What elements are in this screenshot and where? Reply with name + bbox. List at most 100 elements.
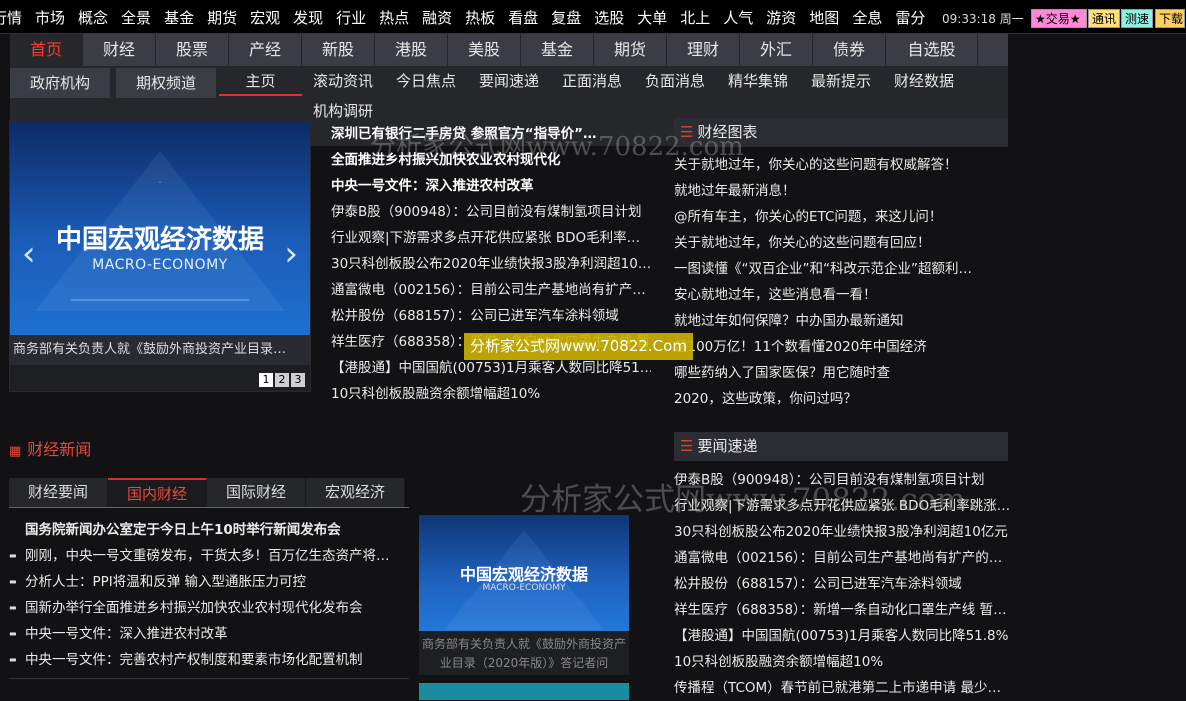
- pager-page-3[interactable]: 3: [291, 373, 305, 387]
- slideshow[interactable]: 中国宏观经济数据 MACRO-ECONOMY ‹ › 商务部有关负责人就《鼓励外…: [9, 120, 311, 392]
- tab-today-focus[interactable]: 今日焦点: [396, 66, 456, 96]
- top-nav-item[interactable]: 人气: [723, 7, 753, 28]
- pager-page-2[interactable]: 2: [275, 373, 289, 387]
- top-nav-item[interactable]: 发现: [293, 7, 323, 28]
- top-nav-item[interactable]: 大单: [637, 7, 667, 28]
- chart-news-item[interactable]: 一图读懂《“双百企业”和“科改示范企业”超额利…: [674, 256, 1010, 282]
- top-nav-item[interactable]: 基金: [164, 7, 194, 28]
- finance-news-item[interactable]: ▬ 中央一号文件：完善农村产权制度和要素市场化配置机制: [9, 647, 409, 673]
- prev-arrow-icon[interactable]: ‹: [22, 237, 36, 271]
- main-tab[interactable]: 外汇: [740, 34, 813, 66]
- main-tab[interactable]: 理财: [667, 34, 740, 66]
- chart-news-item[interactable]: 就地过年如何保障？中办国办最新通知: [674, 308, 1010, 334]
- chart-news-item[interactable]: @所有车主，你关心的ETC问题，来这儿问！: [674, 204, 1010, 230]
- top-nav-item[interactable]: 热点: [379, 7, 409, 28]
- headline-item[interactable]: 30只科创板股公布2020年业绩快报3股净利润超10…: [331, 251, 651, 277]
- main-tab[interactable]: 首页: [10, 34, 83, 66]
- main-tab[interactable]: 新股: [302, 34, 375, 66]
- tab-express-news[interactable]: 要闻速递: [479, 66, 539, 96]
- slideshow-image[interactable]: 中国宏观经济数据 MACRO-ECONOMY ‹ ›: [10, 121, 310, 335]
- top-nav-item[interactable]: 市场: [35, 7, 65, 28]
- top-nav-item[interactable]: 宏观: [250, 7, 280, 28]
- top-nav-item[interactable]: 热板: [465, 7, 495, 28]
- top-badge[interactable]: 下载: [1155, 9, 1185, 28]
- top-nav-item[interactable]: 融资: [422, 7, 452, 28]
- chart-news-item[interactable]: 关于就地过年，你关心的这些问题有权威解答！: [674, 152, 1010, 178]
- express-news-item[interactable]: 【港股通】中国国航(00753)1月乘客人数同比降51.8%: [674, 623, 1010, 649]
- tab-latest-tips[interactable]: 最新提示: [811, 66, 871, 96]
- main-tab[interactable]: 基金: [521, 34, 594, 66]
- headline-item[interactable]: 松井股份（688157）：公司已进军汽车涂料领域: [331, 303, 651, 329]
- finance-tab[interactable]: 宏观经济: [306, 478, 405, 507]
- news-image-caption[interactable]: 商务部有关负责人就《鼓励外商投资产业目录（2020年版）》答记者问: [419, 635, 629, 673]
- chart-news-item[interactable]: 就地过年最新消息！: [674, 178, 1010, 204]
- headline-item[interactable]: 行业观察|下游需求多点开花供应紧张 BDO毛利率…: [331, 225, 651, 251]
- express-news-item[interactable]: 行业观察|下游需求多点开花供应紧张 BDO毛利率跳涨…: [674, 493, 1010, 519]
- top-nav-item[interactable]: 复盘: [551, 7, 581, 28]
- finance-news-item[interactable]: ▬ 刚刚，中央一号文重磅发布，干货太多！百万亿生态资产将…: [9, 543, 409, 569]
- main-tab[interactable]: 产经: [229, 34, 302, 66]
- main-tab[interactable]: 自选股: [886, 34, 978, 66]
- top-badge[interactable]: 测速: [1121, 9, 1153, 28]
- top-nav-item[interactable]: 概念: [78, 7, 108, 28]
- express-news-item[interactable]: 10只科创板股融资余额增幅超10%: [674, 649, 1010, 675]
- top-nav-item[interactable]: 行业: [336, 7, 366, 28]
- headline-item[interactable]: 伊泰B股（900948）：公司目前没有煤制氢项目计划: [331, 199, 651, 225]
- headline-item[interactable]: 全面推进乡村振兴加快农业农村现代化: [331, 147, 651, 173]
- top-nav-item[interactable]: 游资: [766, 7, 796, 28]
- main-tab[interactable]: 美股: [448, 34, 521, 66]
- finance-tab[interactable]: 国际财经: [207, 478, 306, 507]
- top-nav-item[interactable]: 选股: [594, 7, 624, 28]
- top-badge[interactable]: 通讯: [1088, 9, 1120, 28]
- pager-page-1[interactable]: 1: [259, 373, 273, 387]
- main-tab[interactable]: 期货: [594, 34, 667, 66]
- chart-news-item[interactable]: 2020，这些政策，你问过吗？: [674, 386, 1010, 412]
- tab-highlights[interactable]: 精华集锦: [728, 66, 788, 96]
- express-news-item[interactable]: 松井股份（688157）：公司已进军汽车涂料领域: [674, 571, 1010, 597]
- main-tab[interactable]: 债券: [813, 34, 886, 66]
- finance-news-item[interactable]: ▬ 中央一号文件：深入推进农村改革: [9, 621, 409, 647]
- top-badge[interactable]: ★交易★: [1031, 9, 1087, 28]
- headline-item[interactable]: 通富微电（002156）：目前公司生产基地尚有扩产…: [331, 277, 651, 303]
- express-news-item[interactable]: 30只科创板股公布2020年业绩快报3股净利润超10亿元: [674, 519, 1010, 545]
- tab-rolling-news[interactable]: 滚动资讯: [313, 66, 373, 96]
- main-tab[interactable]: 股票: [156, 34, 229, 66]
- news-image-card[interactable]: 中国宏观经济数据 MACRO-ECONOMY 商务部有关负责人就《鼓励外商投资产…: [419, 515, 629, 675]
- tab-gov-agencies[interactable]: 政府机构: [10, 68, 110, 98]
- finance-news-item[interactable]: ▬ 分析人士：PPI将温和反弹 输入型通胀压力可控: [9, 569, 409, 595]
- next-arrow-icon[interactable]: ›: [284, 237, 298, 271]
- tab-finance-data[interactable]: 财经数据: [894, 66, 954, 96]
- top-nav-item[interactable]: 看盘: [508, 7, 538, 28]
- news-image[interactable]: 中国宏观经济数据 MACRO-ECONOMY: [419, 515, 629, 631]
- slide-caption[interactable]: 商务部有关负责人就《鼓励外商投资产业目录…: [10, 335, 310, 365]
- tab-negative-news[interactable]: 负面消息: [645, 66, 705, 96]
- tab-home-sub[interactable]: 主页: [219, 66, 302, 96]
- headline-item[interactable]: 深圳已有银行二手房贷 参照官方“指导价”…: [331, 121, 651, 147]
- chart-news-item[interactable]: 安心就地过年，这些消息看一看！: [674, 282, 1010, 308]
- tab-positive-news[interactable]: 正面消息: [562, 66, 622, 96]
- headline-item[interactable]: 10只科创板股融资余额增幅超10%: [331, 381, 651, 407]
- finance-tab[interactable]: 国内财经: [108, 478, 207, 507]
- express-news-item[interactable]: 通富微电（002156）：目前公司生产基地尚有扩产的…: [674, 545, 1010, 571]
- express-news-item[interactable]: 祥生医疗（688358）：新增一条自动化口罩生产线 暂…: [674, 597, 1010, 623]
- top-nav-item[interactable]: 北上: [680, 7, 710, 28]
- finance-news-item[interactable]: 国务院新闻办公室定于今日上午10时举行新闻发布会: [9, 517, 409, 543]
- top-nav-item[interactable]: 期货: [207, 7, 237, 28]
- top-nav-item[interactable]: 行情: [0, 7, 22, 28]
- main-tab[interactable]: 财经: [83, 34, 156, 66]
- chart-news-item[interactable]: 超100万亿！11个数看懂2020年中国经济: [674, 334, 1010, 360]
- finance-tab[interactable]: 财经要闻: [9, 478, 108, 507]
- tab-options-channel[interactable]: 期权频道: [116, 68, 216, 98]
- chart-news-item[interactable]: 关于就地过年，你关心的这些问题有回应！: [674, 230, 1010, 256]
- top-nav-item[interactable]: 全景: [121, 7, 151, 28]
- main-tab[interactable]: 港股: [375, 34, 448, 66]
- express-news-item[interactable]: 传播程（TCOM）春节前已就港第二上市递申请 最少…: [674, 675, 1010, 701]
- bullet-dash-icon: ▬: [9, 629, 17, 638]
- chart-news-item[interactable]: 哪些药纳入了国家医保？用它随时查: [674, 360, 1010, 386]
- top-nav-item[interactable]: 地图: [809, 7, 839, 28]
- top-nav-item[interactable]: 雷分: [895, 7, 925, 28]
- finance-news-item[interactable]: ▬ 国新办举行全面推进乡村振兴加快农业农村现代化发布会: [9, 595, 409, 621]
- top-nav-item[interactable]: 全息: [852, 7, 882, 28]
- express-news-item[interactable]: 伊泰B股（900948）：公司目前没有煤制氢项目计划: [674, 467, 1010, 493]
- headline-item[interactable]: 中央一号文件：深入推进农村改革: [331, 173, 651, 199]
